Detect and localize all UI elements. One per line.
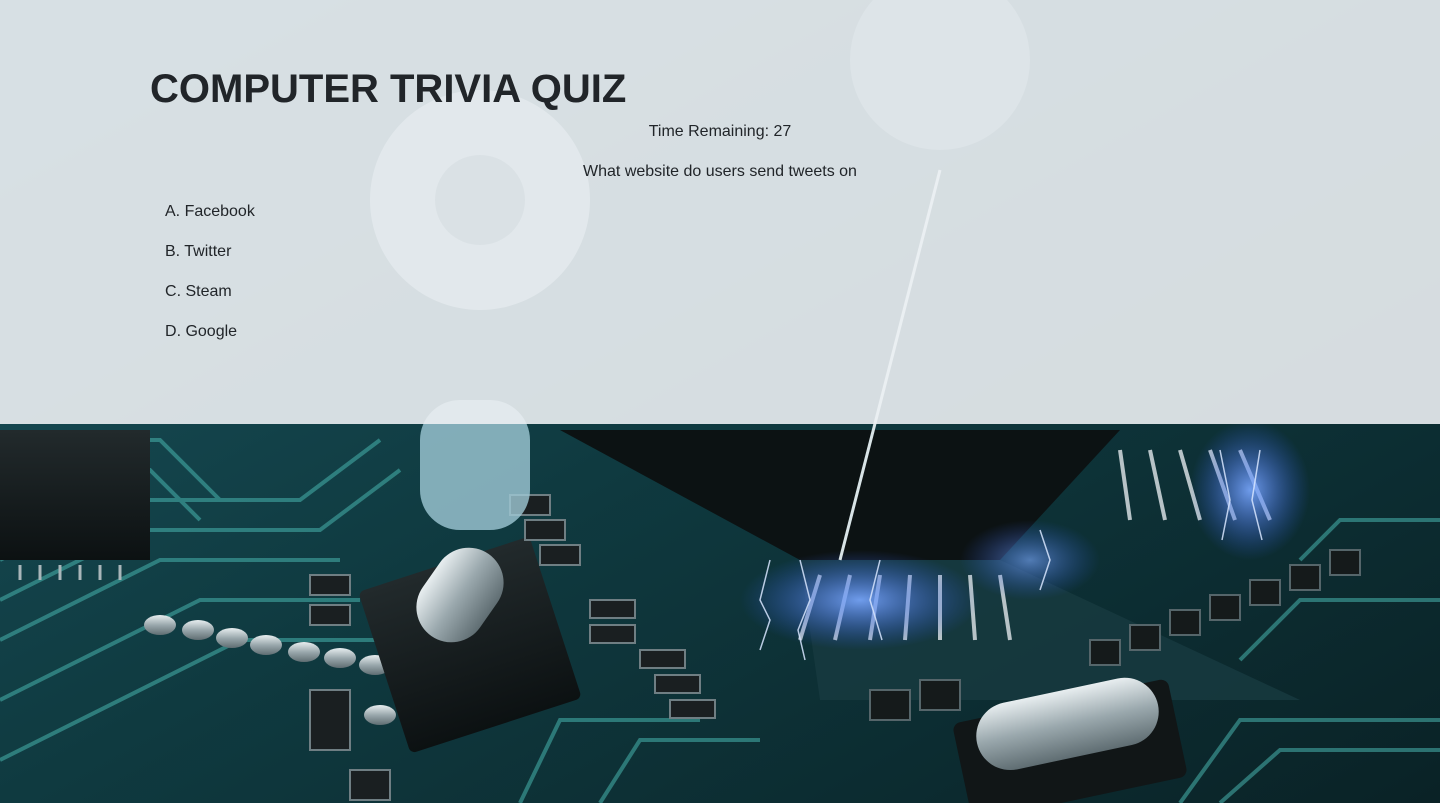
answer-letter: D <box>165 323 177 340</box>
answer-option-b[interactable]: B. Twitter <box>165 242 255 282</box>
timer-label: Time Remaining: <box>648 123 770 140</box>
answer-letter: B <box>165 243 176 260</box>
answer-text: Steam <box>185 283 232 300</box>
answer-text: Twitter <box>184 243 232 260</box>
answer-text: Google <box>185 323 238 340</box>
timer: Time Remaining: 27 <box>0 122 1440 142</box>
question-text: What website do users send tweets on <box>583 163 857 180</box>
timer-value: 27 <box>773 123 792 140</box>
answer-letter: A <box>165 203 176 220</box>
answer-option-c[interactable]: C. Steam <box>165 282 255 322</box>
answer-option-d[interactable]: D. Google <box>165 322 255 362</box>
page-title: COMPUTER TRIVIA QUIZ <box>150 67 627 111</box>
answer-list: A. Facebook B. Twitter C. Steam D. Googl… <box>165 202 255 362</box>
answer-letter: C <box>165 283 177 300</box>
quiz-panel: COMPUTER TRIVIA QUIZ Time Remaining: 27 … <box>0 0 1440 424</box>
answer-option-a[interactable]: A. Facebook <box>165 202 255 242</box>
answer-text: Facebook <box>184 203 255 220</box>
